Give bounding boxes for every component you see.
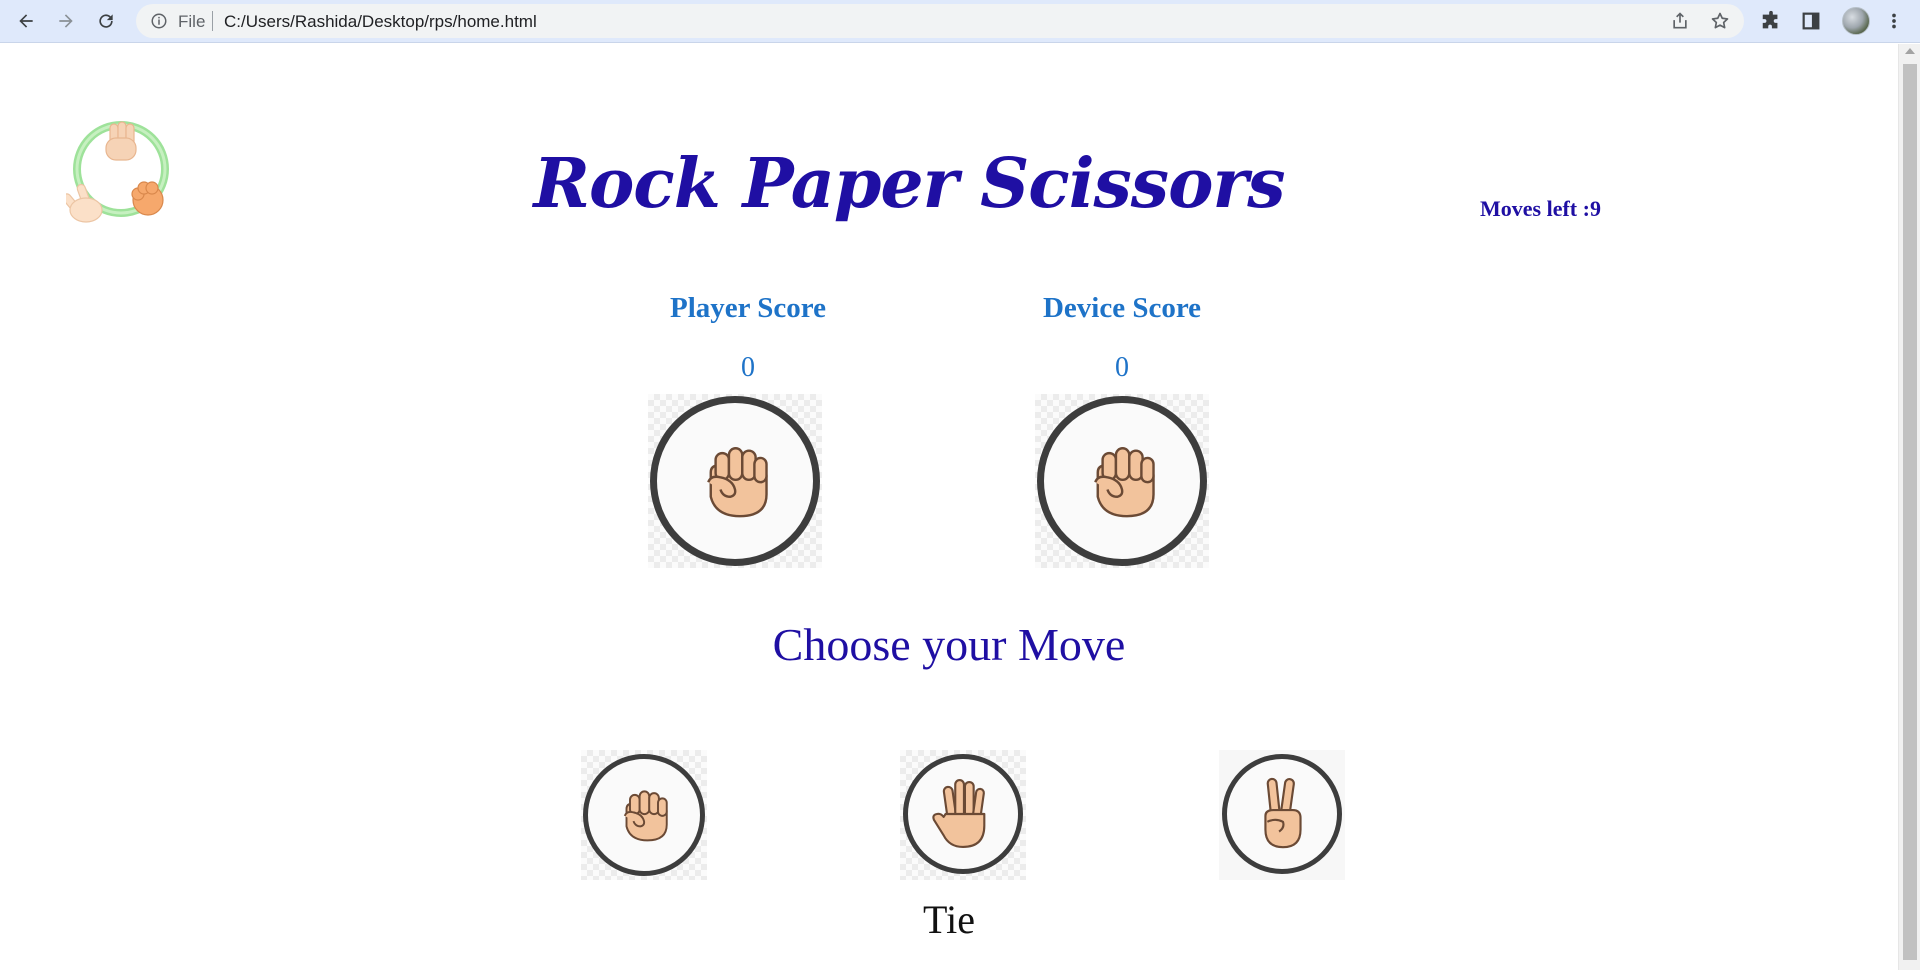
paper-hand-icon (932, 779, 986, 849)
player-choice-display (648, 394, 822, 568)
rock-fist-icon (623, 790, 668, 842)
reload-icon[interactable] (92, 7, 120, 35)
url-text[interactable]: C:/Users/Rashida/Desktop/rps/home.html (224, 12, 537, 32)
player-score-value: 0 (741, 352, 755, 383)
player-choice-ring (650, 396, 820, 566)
player-score-label: Player Score (670, 292, 826, 324)
rock-button[interactable] (581, 750, 707, 880)
device-choice-display (1035, 394, 1209, 568)
bookmark-star-icon[interactable] (1710, 11, 1730, 31)
rock-button-ring (583, 754, 705, 876)
paper-button[interactable] (900, 750, 1026, 880)
info-icon[interactable] (150, 12, 168, 30)
profile-avatar[interactable] (1842, 7, 1870, 35)
scroll-thumb[interactable] (1903, 64, 1917, 960)
address-bar[interactable]: File C:/Users/Rashida/Desktop/rps/home.h… (136, 4, 1744, 38)
scissors-button-ring (1222, 754, 1342, 874)
rock-fist-icon (707, 447, 768, 518)
moves-left: Moves left :9 (1480, 196, 1601, 221)
game-page: Rock Paper Scissors Moves left :9 Player… (0, 44, 1898, 970)
paper-button-ring (903, 754, 1023, 874)
browser-toolbar: File C:/Users/Rashida/Desktop/rps/home.h… (0, 0, 1920, 43)
back-icon[interactable] (12, 7, 40, 35)
extensions-puzzle-icon[interactable] (1760, 10, 1782, 32)
round-result: Tie (923, 897, 975, 942)
device-score-label: Device Score (1042, 292, 1202, 324)
rock-fist-icon (1094, 447, 1155, 518)
scissors-button[interactable] (1219, 750, 1345, 880)
scroll-up-arrow-icon[interactable] (1905, 48, 1915, 54)
device-score-value: 0 (1115, 352, 1129, 383)
page-title: Rock Paper Scissors (533, 144, 1285, 224)
choose-move-heading: Choose your Move (772, 619, 1126, 670)
menu-kebab-icon[interactable] (1888, 10, 1900, 32)
scissors-hand-icon (1264, 777, 1302, 849)
device-choice-ring (1037, 396, 1207, 566)
share-icon[interactable] (1670, 11, 1690, 31)
forward-icon[interactable] (52, 7, 80, 35)
address-separator (212, 11, 213, 31)
side-panel-icon[interactable] (1800, 10, 1822, 32)
file-label: File (178, 12, 206, 31)
page-scrollbar[interactable] (1898, 44, 1920, 970)
